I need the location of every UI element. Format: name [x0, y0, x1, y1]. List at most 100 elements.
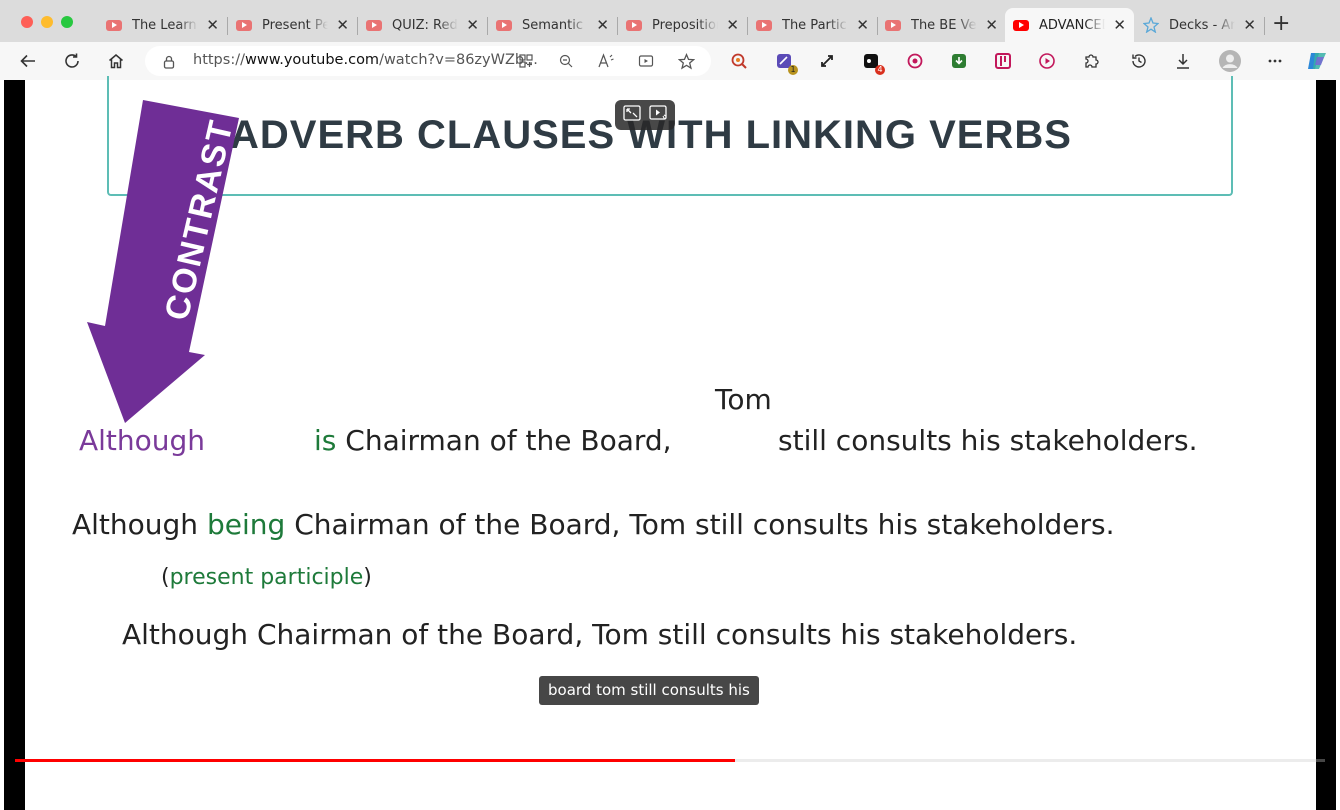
extension-download-icon[interactable]: [949, 51, 969, 71]
more-menu-icon[interactable]: [1265, 51, 1285, 71]
url-path: /watch?v=86zyWZb...: [379, 52, 538, 68]
line1-tail: still consults his stakeholders.: [778, 424, 1198, 457]
tab-close-button[interactable]: ✕: [726, 17, 739, 33]
contrast-arrow-icon: CONTRAST: [87, 100, 241, 423]
letterbox-left: [4, 80, 25, 810]
home-icon: [109, 54, 123, 69]
tab-quiz-reduced[interactable]: QUIZ: Redu ✕: [358, 8, 488, 42]
tab-close-button[interactable]: ✕: [466, 17, 479, 33]
tab-title: ADVANCED: [1039, 17, 1105, 33]
read-aloud-icon[interactable]: [597, 52, 615, 70]
tab-strip: The Learnin ✕ Present Per ✕ QUIZ: Redu ✕…: [0, 0, 1340, 44]
tab-title: Preposition: [652, 17, 718, 33]
extension-arrows-icon[interactable]: [817, 51, 837, 71]
tab-semantic[interactable]: Semantic F ✕: [488, 8, 618, 42]
video-player[interactable]: ADVERB CLAUSES WITH LINKING VERBS CONTRA…: [0, 76, 1340, 810]
youtube-icon: [236, 19, 252, 31]
youtube-icon: [626, 19, 642, 31]
browser-toolbar: https://www.youtube.com/watch?v=86zyWZb.…: [0, 42, 1340, 80]
back-arrow-icon: [20, 54, 35, 68]
tab-close-button[interactable]: ✕: [206, 17, 219, 33]
tab-close-button[interactable]: ✕: [1113, 17, 1126, 33]
downloads-icon[interactable]: [1173, 51, 1193, 71]
line4: Although Chairman of the Board, Tom stil…: [122, 618, 1078, 651]
line1-rest: Chairman of the Board,: [345, 424, 672, 457]
youtube-icon: [496, 19, 512, 31]
extensions-puzzle-icon[interactable]: [1081, 51, 1101, 71]
extension-board-icon[interactable]: [993, 51, 1013, 71]
back-button[interactable]: [16, 49, 40, 73]
youtube-icon: [885, 19, 901, 31]
video-overlay-icon[interactable]: [637, 52, 655, 70]
youtube-icon: [756, 19, 772, 31]
overlay-controls: [615, 100, 675, 130]
letterbox-right: [1316, 80, 1336, 810]
tab-title: QUIZ: Redu: [392, 17, 458, 33]
line1-text: is Chairman of the Board,: [314, 424, 672, 457]
line1-although: Although: [79, 424, 206, 457]
history-icon[interactable]: [1129, 51, 1149, 71]
line2-being: being: [206, 508, 286, 541]
anki-star-icon: [1142, 16, 1160, 34]
line3-open: (: [161, 565, 170, 590]
line2-although: Although: [72, 508, 199, 541]
url-host: www.youtube.com: [244, 52, 380, 68]
window-zoom-button[interactable]: [61, 16, 73, 28]
favorite-star-icon[interactable]: [677, 52, 695, 70]
new-tab-button[interactable]: +: [1272, 12, 1290, 36]
tab-the-participle[interactable]: The Particip ✕: [748, 8, 878, 42]
extension-notes-icon[interactable]: 1: [774, 51, 798, 75]
extension-dark-icon[interactable]: 4: [861, 51, 885, 75]
tom-label: Tom: [715, 383, 772, 416]
tab-title: Present Per: [262, 17, 328, 33]
line3-term: present participle: [169, 565, 364, 590]
tab-close-button[interactable]: ✕: [1243, 17, 1256, 33]
tab-title: Decks - An: [1169, 17, 1235, 33]
youtube-icon: [366, 19, 382, 31]
picture-in-picture-icon[interactable]: [623, 105, 641, 125]
tab-present-perfect[interactable]: Present Per ✕: [228, 8, 358, 42]
youtube-icon: [106, 19, 122, 31]
url-scheme: https://: [193, 52, 245, 68]
extension-badge: 4: [875, 65, 885, 75]
tab-close-button[interactable]: ✕: [336, 17, 349, 33]
tab-title: The BE Ver: [911, 17, 977, 33]
video-enhance-icon[interactable]: [649, 105, 667, 125]
url-text: https://www.youtube.com/watch?v=86zyWZb.…: [193, 52, 538, 68]
extension-play-icon[interactable]: [1037, 51, 1057, 71]
tab-title: Semantic F: [522, 17, 588, 33]
window-minimize-button[interactable]: [41, 16, 53, 28]
reload-button[interactable]: [60, 49, 84, 73]
tab-advanced[interactable]: ADVANCED ✕: [1005, 8, 1134, 42]
window-close-button[interactable]: [21, 16, 33, 28]
extension-search-icon[interactable]: [729, 51, 749, 71]
line3-close: ): [363, 565, 372, 590]
home-button[interactable]: [104, 49, 128, 73]
address-bar[interactable]: https://www.youtube.com/watch?v=86zyWZb.…: [145, 46, 711, 76]
tab-title: The Particip: [782, 17, 848, 33]
app-available-icon[interactable]: [517, 52, 535, 70]
extension-badge: 1: [788, 65, 798, 75]
tab-close-button[interactable]: ✕: [856, 17, 869, 33]
profile-avatar-icon[interactable]: [1218, 49, 1242, 73]
line1-is: is: [314, 424, 337, 457]
line2: Although being Chairman of the Board, To…: [72, 508, 1115, 541]
tab-decks[interactable]: Decks - An ✕: [1135, 8, 1265, 42]
tab-title: The Learnin: [132, 17, 198, 33]
tab-close-button[interactable]: ✕: [596, 17, 609, 33]
closed-caption: board tom still consults his: [539, 676, 759, 705]
youtube-icon: [1013, 19, 1029, 31]
progress-bar[interactable]: [15, 759, 735, 762]
tab-the-be-verb[interactable]: The BE Ver ✕: [877, 8, 1006, 42]
extension-camera-icon[interactable]: [905, 51, 925, 71]
zoom-out-icon[interactable]: [557, 52, 575, 70]
tab-close-button[interactable]: ✕: [985, 17, 998, 33]
reload-icon: [65, 53, 79, 68]
copilot-icon[interactable]: [1305, 49, 1329, 73]
line2-rest: Chairman of the Board, Tom still consult…: [294, 508, 1115, 541]
tab-the-learning[interactable]: The Learnin ✕: [98, 8, 228, 42]
lock-icon: [163, 54, 175, 73]
line3: (present participle): [161, 565, 372, 590]
tab-preposition[interactable]: Preposition ✕: [618, 8, 748, 42]
tab-separator: [1264, 17, 1265, 35]
